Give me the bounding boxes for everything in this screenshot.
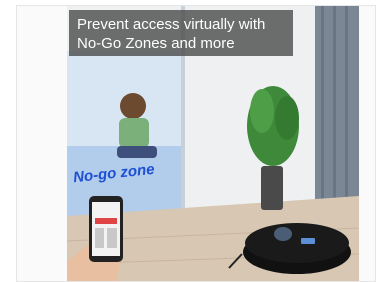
- room-scene: No-go zone Prevent access virtually with…: [67, 6, 359, 281]
- product-image-frame: No-go zone Prevent access virtually with…: [16, 5, 376, 282]
- caption-line-1: Prevent access virtually with: [77, 16, 266, 33]
- robot-display: [301, 238, 315, 244]
- feature-caption: Prevent access virtually with No-Go Zone…: [69, 10, 293, 56]
- child: [120, 93, 146, 119]
- plant-pot: [261, 166, 283, 210]
- caption-line-2: No-Go Zones and more: [77, 35, 235, 52]
- lidar-sensor: [274, 227, 292, 241]
